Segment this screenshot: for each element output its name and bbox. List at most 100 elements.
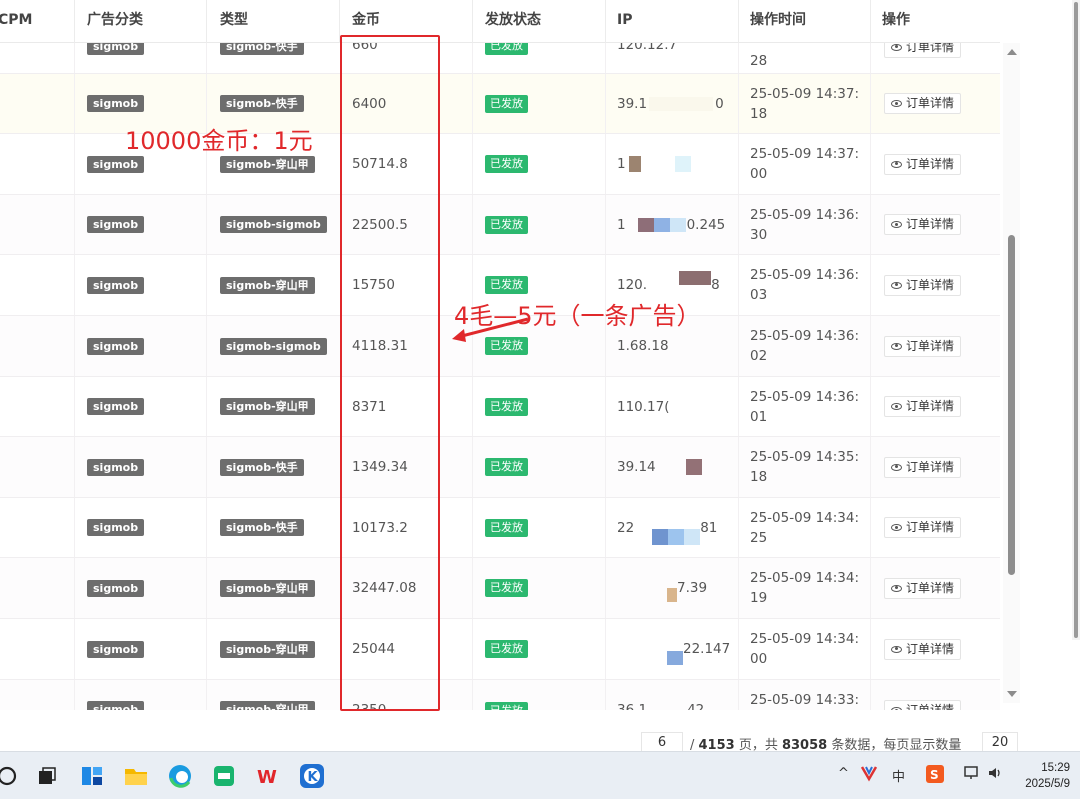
page-scrollbar[interactable] (1072, 0, 1080, 640)
column-divider (206, 255, 207, 315)
header-op-time[interactable]: 操作时间 (750, 0, 806, 43)
column-divider (870, 255, 871, 315)
ip-value: 110.17( (617, 398, 670, 415)
ip-redaction (674, 156, 691, 173)
column-divider (472, 558, 473, 618)
order-detail-button[interactable]: 订单详情 (884, 700, 962, 710)
column-divider (74, 0, 75, 43)
op-time-seconds: 03 (750, 287, 768, 304)
scroll-down-arrow-icon[interactable] (1007, 691, 1017, 697)
column-divider (74, 497, 75, 558)
order-detail-button[interactable]: 订单详情 (884, 214, 962, 236)
order-detail-button[interactable]: 订单详情 (884, 638, 962, 660)
header-status[interactable]: 发放状态 (485, 0, 541, 43)
column-divider (472, 0, 473, 43)
column-divider (870, 134, 871, 194)
op-time-date: 25-05-09 14:36: (750, 328, 860, 344)
edge-browser-icon[interactable] (167, 763, 193, 789)
type-badge: sigmob-穿山甲 (220, 701, 315, 710)
eye-icon (891, 403, 902, 411)
order-detail-button[interactable]: 订单详情 (884, 396, 962, 418)
op-time-date: 25-05-09 14:33: (750, 691, 860, 708)
ip-tail: 42 (687, 701, 705, 710)
column-divider (605, 558, 606, 618)
annotation-arrow-icon (452, 317, 529, 342)
ip-value: 22 (617, 519, 635, 536)
op-time-date: 25-05-09 14:34: (750, 570, 860, 587)
table-row: sigmob sigmob-sigmob 22500.5 已发放 1 0.245 … (0, 194, 1000, 256)
wechat-work-icon[interactable] (211, 763, 237, 789)
order-detail-button[interactable]: 订单详情 (884, 274, 962, 296)
search-circle-icon[interactable] (0, 763, 20, 789)
wps-tray-icon[interactable]: S (925, 764, 945, 788)
ip-tail: 22.147 (683, 641, 731, 657)
table-row: sigmob sigmob-穿山甲 25044 已发放 22.147 25-05… (0, 619, 1000, 680)
column-divider (605, 73, 606, 134)
ip-value: 39.1 (617, 95, 648, 112)
widgets-icon[interactable] (79, 763, 105, 789)
ime-indicator[interactable]: 中 (892, 766, 905, 785)
op-time-seconds: 18 (750, 105, 768, 122)
column-divider (738, 73, 739, 134)
ip-redaction (684, 528, 701, 545)
column-divider (74, 316, 75, 376)
order-detail-button[interactable]: 订单详情 (884, 43, 962, 58)
op-time-seconds: 01 (750, 408, 768, 425)
column-divider (738, 437, 739, 497)
type-badge: sigmob-快手 (220, 519, 304, 537)
status-badge: 已发放 (485, 458, 528, 477)
ip-tail: 81 (700, 519, 718, 536)
system-clock[interactable]: 15:29 2025/5/9 (1025, 760, 1070, 792)
op-time-date: 25-05-09 14:37: (750, 85, 860, 102)
column-divider (74, 194, 75, 255)
order-detail-button[interactable]: 订单详情 (884, 153, 962, 175)
op-time-seconds: 02 (750, 348, 768, 364)
tray-app-icon[interactable] (860, 764, 878, 786)
header-type[interactable]: 类型 (220, 0, 248, 43)
scroll-up-arrow-icon[interactable] (1007, 49, 1017, 55)
column-divider (738, 619, 739, 679)
order-detail-button[interactable]: 订单详情 (884, 335, 962, 357)
scrollbar-thumb[interactable] (1008, 235, 1015, 575)
header-cpm[interactable]: CPM (0, 0, 32, 43)
order-detail-button[interactable]: 订单详情 (884, 93, 962, 115)
table-scrollbar[interactable] (1003, 43, 1020, 703)
ip-redaction (653, 217, 670, 232)
category-badge: sigmob (87, 337, 145, 355)
network-icon[interactable] (963, 764, 981, 786)
type-badge: sigmob-穿山甲 (220, 640, 315, 658)
tray-chevron-icon[interactable]: ^ (838, 766, 849, 781)
task-view-icon[interactable] (34, 763, 60, 789)
column-divider (738, 558, 739, 618)
header-action: 操作 (882, 12, 910, 28)
volume-icon[interactable] (986, 764, 1004, 786)
op-time-seconds: 30 (750, 226, 768, 243)
file-explorer-icon[interactable] (123, 763, 149, 789)
k-app-icon[interactable]: K (299, 763, 325, 789)
status-badge: 已发放 (485, 640, 528, 658)
column-divider (206, 619, 207, 679)
column-divider (605, 437, 606, 497)
ip-redaction (667, 588, 677, 603)
ip-redaction (628, 156, 641, 173)
ip-value: 39.14 (617, 459, 656, 476)
category-badge: sigmob (87, 458, 145, 476)
column-divider (605, 376, 606, 437)
ip-tail: 0.245 (686, 216, 726, 233)
column-divider (74, 255, 75, 315)
ip-redaction (669, 217, 686, 232)
column-divider (206, 376, 207, 437)
type-badge: sigmob-快手 (220, 458, 304, 476)
header-ip[interactable]: IP (617, 0, 632, 43)
order-detail-button[interactable]: 订单详情 (884, 517, 962, 539)
header-ad-category[interactable]: 广告分类 (87, 0, 143, 43)
order-detail-button[interactable]: 订单详情 (884, 456, 962, 478)
ip-tail: 8 (711, 277, 720, 294)
wps-office-icon[interactable]: W (255, 763, 281, 789)
page-scrollbar-thumb[interactable] (1074, 2, 1078, 638)
column-divider (605, 194, 606, 255)
order-detail-button[interactable]: 订单详情 (884, 577, 962, 599)
coins-highlight-box (340, 35, 440, 711)
type-badge: sigmob-穿山甲 (220, 276, 315, 294)
column-divider (870, 437, 871, 497)
